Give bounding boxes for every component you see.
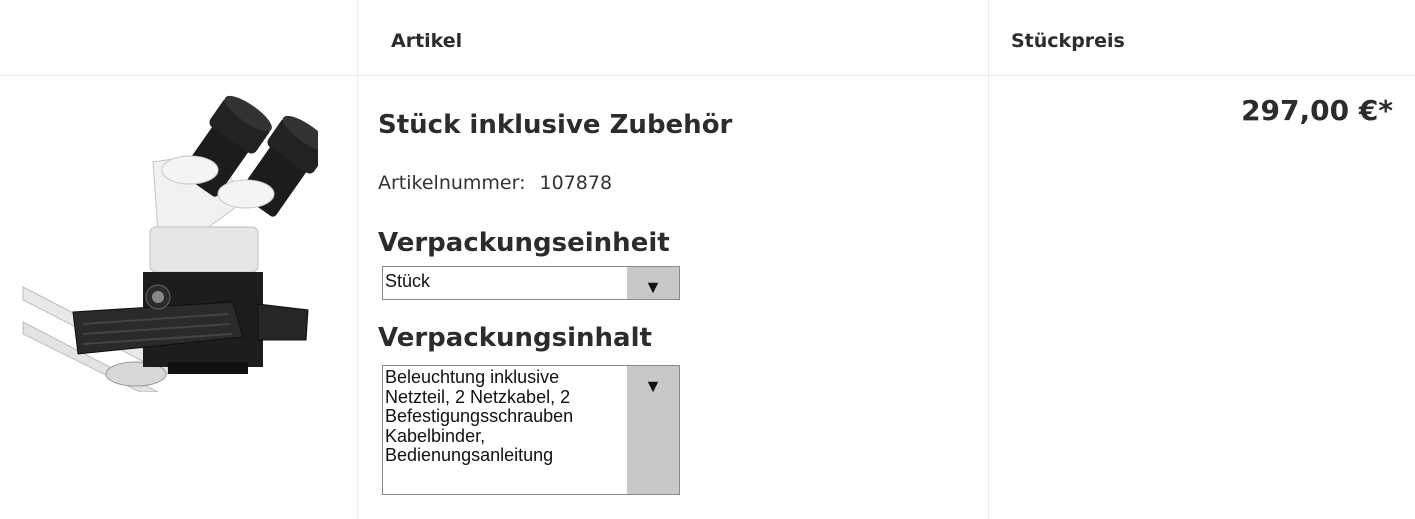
column-header-article: Artikel (391, 30, 463, 52)
packaging-unit-label: Verpackungseinheit (378, 228, 670, 258)
chevron-down-icon: ▼ (644, 376, 662, 396)
column-header-unit-price: Stückpreis (1011, 30, 1125, 52)
column-divider (988, 0, 989, 519)
header-divider (0, 75, 1415, 76)
packaging-content-select[interactable]: Beleuchtung inklusive Netzteil, 2 Netzka… (382, 365, 680, 495)
packaging-content-value: Beleuchtung inklusive Netzteil, 2 Netzka… (385, 368, 625, 466)
article-number-value: 107878 (539, 172, 613, 194)
chevron-down-icon: ▼ (644, 277, 662, 297)
unit-price: 297,00 €* (1241, 94, 1393, 127)
product-title[interactable]: Stück inklusive Zubehör (378, 110, 732, 140)
dropdown-button[interactable]: ▼ (627, 366, 679, 494)
article-number-label: Artikelnummer: (378, 172, 526, 194)
packaging-content-line: Kabelbinder, (385, 425, 486, 446)
article-number-row: Artikelnummer: 107878 (378, 172, 612, 194)
product-image[interactable] (18, 92, 330, 393)
packaging-content-label: Verpackungsinhalt (378, 323, 652, 353)
packaging-unit-select[interactable]: Stück ▼ (382, 266, 680, 300)
packaging-unit-value: Stück (385, 271, 431, 291)
packaging-content-line: Beleuchtung inklusive (385, 368, 560, 387)
packaging-content-line: Befestigungsschrauben (385, 406, 574, 426)
column-divider (357, 0, 358, 519)
packaging-content-line: Bedienungsanleitung (385, 445, 554, 465)
dropdown-button[interactable]: ▼ (627, 267, 679, 299)
packaging-content-line: Netzteil, 2 Netzkabel, 2 (385, 386, 571, 407)
cart-table: Artikel Stückpreis Stück inklusive Zubeh… (0, 0, 1415, 519)
